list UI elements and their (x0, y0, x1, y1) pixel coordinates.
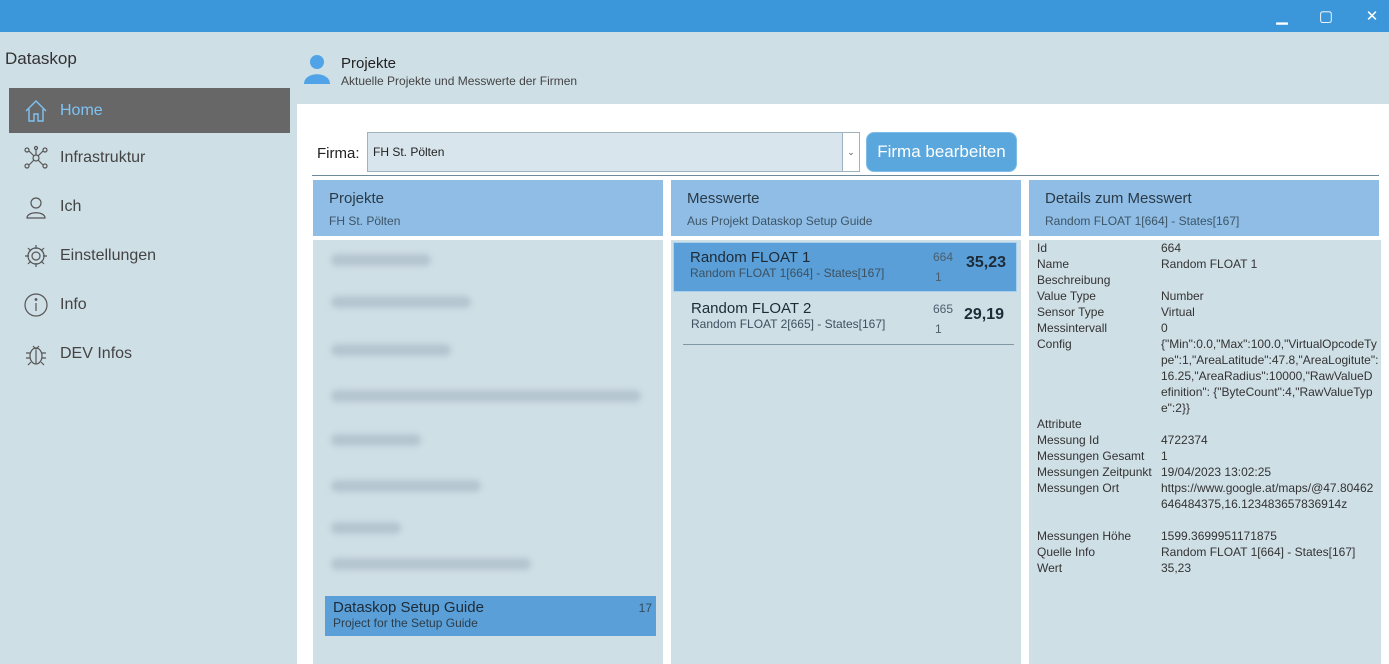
sidebar-item-info[interactable]: Info (9, 282, 290, 327)
detail-value: Virtual (1161, 305, 1195, 319)
detail-key: Messungen Höhe (1037, 529, 1132, 543)
details-panel: Id 664 Name Random FLOAT 1 Beschreibung … (1029, 240, 1381, 664)
blurred-list-item (331, 254, 431, 266)
page-title: Projekte (341, 55, 397, 72)
project-count: 17 (638, 601, 652, 615)
page-subtitle: Aktuelle Projekte und Messwerte der Firm… (341, 74, 578, 88)
blurred-list-item (331, 434, 421, 446)
sidebar-item-infrastruktur[interactable]: Infrastruktur (9, 135, 290, 180)
measurement-value: 35,23 (965, 254, 1006, 271)
detail-key: Value Type (1037, 289, 1096, 303)
detail-key: Messungen Gesamt (1037, 449, 1145, 463)
detail-value: Random FLOAT 1 (1161, 257, 1258, 271)
detail-key: Id (1037, 241, 1048, 255)
measurement-name: Random FLOAT 1 (690, 249, 811, 266)
sidebar-item-label: DEV Infos (60, 344, 133, 362)
blurred-list-item (331, 480, 481, 492)
window-title-bar: ▁ ▢ ✕ (0, 0, 1389, 32)
firma-select[interactable]: FH St. Pölten ⌄ (367, 132, 860, 172)
detail-key: Wert (1037, 561, 1063, 575)
user-avatar-icon (303, 54, 331, 84)
projects-title: Projekte (329, 190, 385, 207)
blurred-list-item (331, 522, 401, 534)
projects-header: Projekte FH St. Pölten (313, 180, 663, 236)
detail-value: {"Min":0.0,"Max":100.0,"VirtualOpcodeTyp… (1161, 337, 1379, 415)
measurement-count: 1 (935, 270, 942, 284)
sidebar-item-label: Infrastruktur (60, 148, 146, 166)
sidebar-item-label: Ich (60, 197, 82, 215)
projects-list[interactable]: Dataskop Setup Guide Project for the Set… (313, 240, 663, 664)
sidebar-item-dev-infos[interactable]: DEV Infos (9, 331, 290, 376)
blurred-list-item (331, 344, 451, 356)
network-icon (22, 144, 50, 172)
sidebar-item-ich[interactable]: Ich (9, 184, 290, 229)
measurement-name: Random FLOAT 2 (691, 300, 812, 317)
detail-key: Name (1037, 257, 1070, 271)
close-icon[interactable]: ✕ (1350, 0, 1389, 32)
detail-value: 1599.3699951171875 (1161, 529, 1277, 543)
measurement-description: Random FLOAT 1[664] - States[167] (690, 266, 885, 280)
details-header: Details zum Messwert Random FLOAT 1[664]… (1029, 180, 1379, 236)
sidebar-item-home[interactable]: Home (9, 88, 290, 133)
blurred-list-item (331, 390, 641, 402)
firma-label: Firma: (317, 145, 360, 162)
measurements-subtitle: Aus Projekt Dataskop Setup Guide (687, 214, 873, 228)
chevron-down-icon[interactable]: ⌄ (842, 133, 859, 171)
sidebar-item-label: Einstellungen (60, 246, 157, 264)
app-name: Dataskop (5, 49, 77, 68)
firma-selected-value: FH St. Pölten (373, 145, 445, 159)
project-name: Dataskop Setup Guide (333, 599, 484, 616)
detail-key: Messung Id (1037, 433, 1100, 447)
detail-key: Config (1037, 337, 1072, 351)
detail-value: 35,23 (1161, 561, 1192, 575)
minimize-icon[interactable]: ▁ (1260, 0, 1304, 32)
measurement-id: 665 (933, 302, 954, 316)
detail-value: 1 (1161, 449, 1168, 463)
maximize-icon[interactable]: ▢ (1304, 0, 1348, 32)
detail-value: 4722374 (1161, 433, 1208, 447)
sidebar: Dataskop Home Infrastruktur Ich Einstell… (0, 32, 297, 664)
detail-value: 664 (1161, 241, 1182, 255)
project-list-item-selected[interactable]: Dataskop Setup Guide Project for the Set… (325, 596, 656, 636)
detail-key: Messintervall (1037, 321, 1108, 335)
bug-icon (22, 340, 50, 368)
sidebar-item-label: Home (60, 101, 103, 119)
project-description: Project for the Setup Guide (333, 616, 478, 630)
firma-bearbeiten-button[interactable]: Firma bearbeiten (866, 132, 1017, 172)
detail-value: https://www.google.at/maps/@47.804626464… (1161, 481, 1374, 511)
details-subtitle: Random FLOAT 1[664] - States[167] (1045, 214, 1240, 228)
info-icon (22, 291, 50, 319)
projects-subtitle: FH St. Pölten (329, 214, 401, 228)
main-content: Firma: FH St. Pölten ⌄ Firma bearbeiten … (297, 104, 1389, 664)
sidebar-item-label: Info (60, 295, 87, 313)
detail-value: Random FLOAT 1[664] - States[167] (1161, 545, 1356, 559)
measurement-item[interactable]: Random FLOAT 2 Random FLOAT 2[665] - Sta… (683, 295, 1014, 345)
divider (312, 175, 1379, 176)
detail-value: Number (1161, 289, 1204, 303)
page-header: Projekte Aktuelle Projekte und Messwerte… (297, 32, 1389, 104)
measurement-item[interactable]: Random FLOAT 1 Random FLOAT 1[664] - Sta… (673, 242, 1017, 292)
measurement-value: 29,19 (963, 306, 1004, 323)
detail-value: 0 (1161, 321, 1168, 335)
gear-icon (22, 242, 50, 270)
measurements-title: Messwerte (687, 190, 760, 207)
user-icon (22, 193, 50, 221)
measurement-count: 1 (935, 322, 942, 336)
detail-key: Beschreibung (1037, 273, 1111, 287)
measurements-list[interactable]: Random FLOAT 1 Random FLOAT 1[664] - Sta… (671, 240, 1021, 664)
measurements-header: Messwerte Aus Projekt Dataskop Setup Gui… (671, 180, 1021, 236)
home-icon (22, 97, 50, 125)
blurred-list-item (331, 296, 471, 308)
detail-key: Quelle Info (1037, 545, 1096, 559)
detail-key: Attribute (1037, 417, 1082, 431)
blurred-list-item (331, 558, 531, 570)
detail-key: Messungen Ort (1037, 481, 1120, 495)
measurement-description: Random FLOAT 2[665] - States[167] (691, 317, 886, 331)
detail-key: Messungen Zeitpunkt (1037, 465, 1152, 479)
measurement-id: 664 (933, 250, 954, 264)
detail-key: Sensor Type (1037, 305, 1105, 319)
details-title: Details zum Messwert (1045, 190, 1192, 207)
detail-value: 19/04/2023 13:02:25 (1161, 465, 1272, 479)
sidebar-item-einstellungen[interactable]: Einstellungen (9, 233, 290, 278)
